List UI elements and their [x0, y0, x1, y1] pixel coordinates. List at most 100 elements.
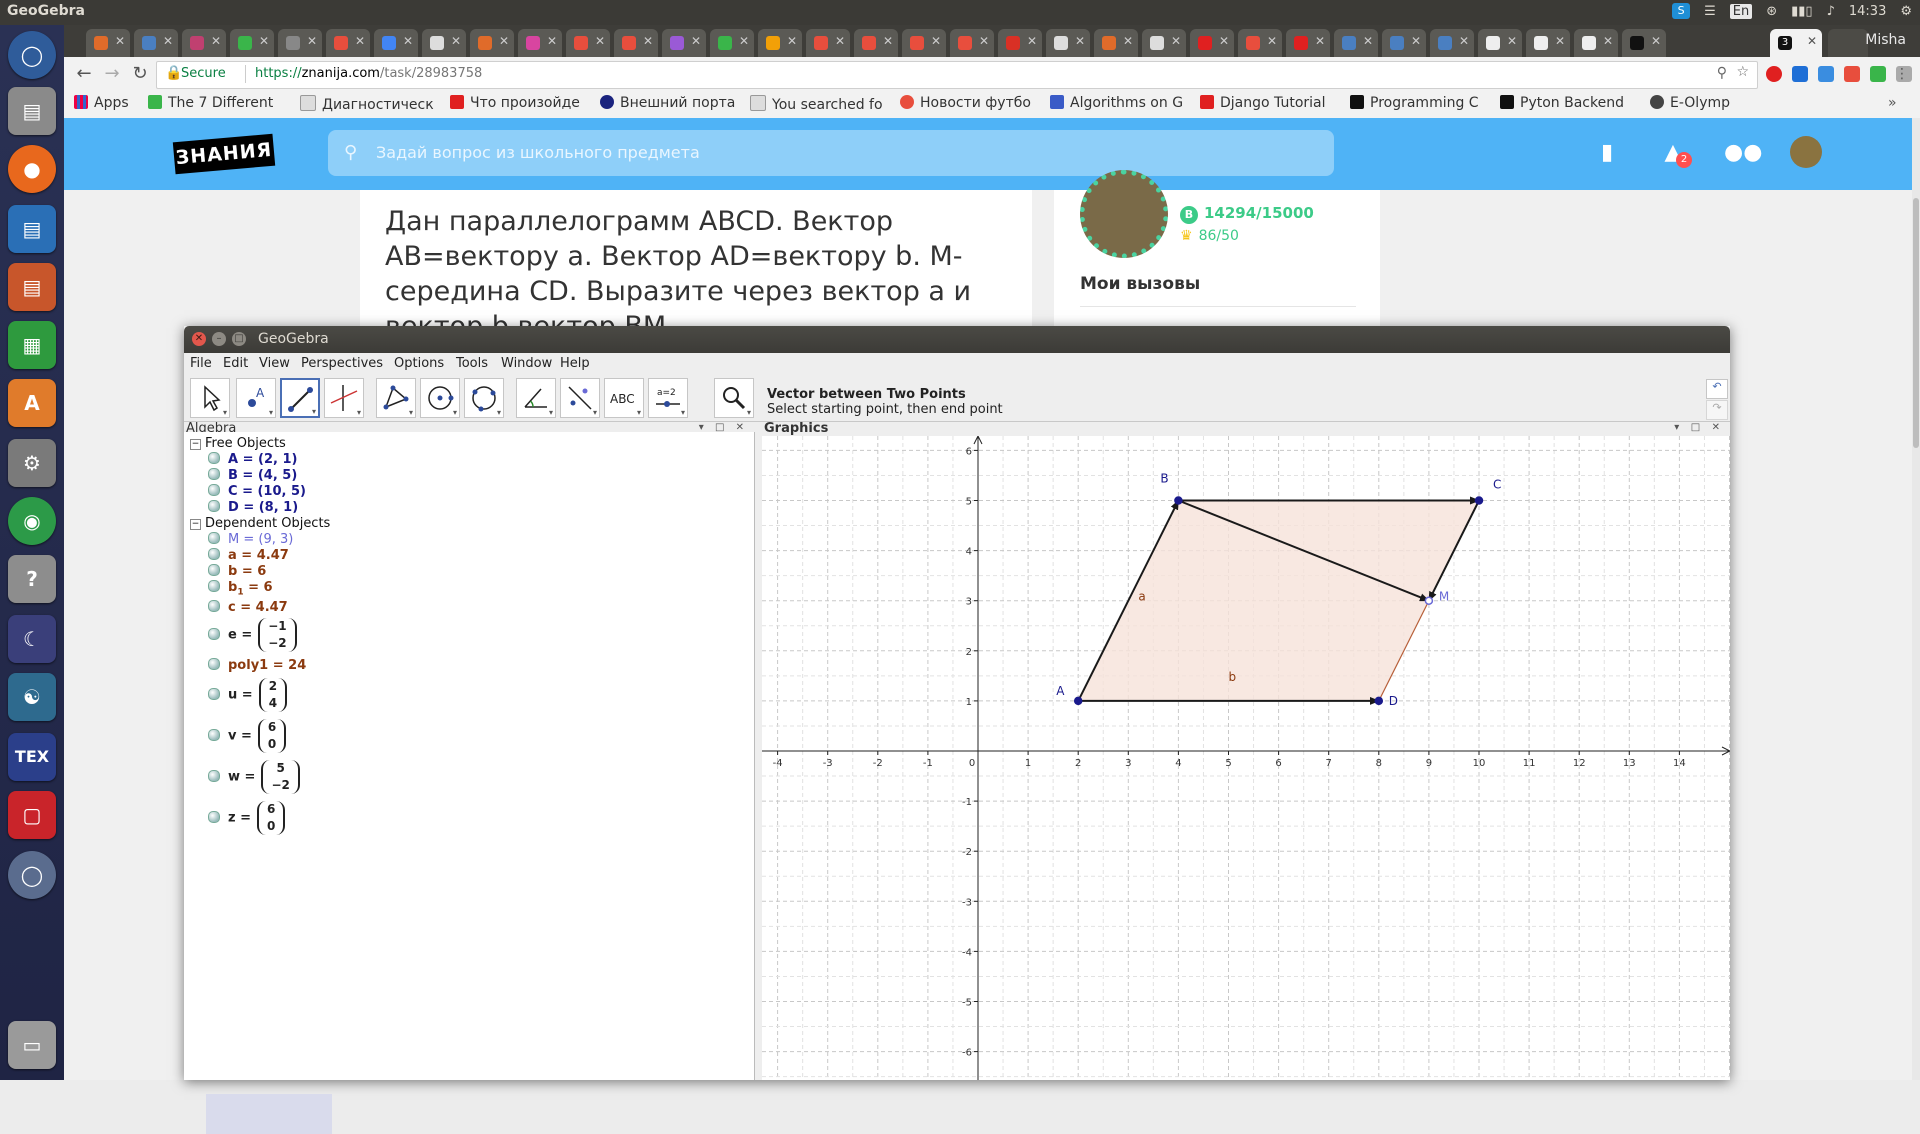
tab[interactable]: ✕: [1334, 29, 1378, 57]
back-icon[interactable]: ←: [72, 62, 96, 86]
firefox-icon[interactable]: ●: [8, 145, 56, 193]
tab[interactable]: ✕: [614, 29, 658, 57]
object-D[interactable]: D = (8, 1): [208, 500, 298, 515]
object-u[interactable]: u =2 4: [208, 678, 288, 712]
tab[interactable]: ✕: [134, 29, 178, 57]
site-search-input[interactable]: ⚲ Задай вопрос из школьного предмета: [328, 130, 1334, 176]
tab[interactable]: ✕: [806, 29, 850, 57]
menu-options[interactable]: Options: [394, 356, 444, 371]
object-b[interactable]: b = 6: [208, 564, 266, 579]
tab[interactable]: ✕: [1190, 29, 1234, 57]
app-icon[interactable]: ☯: [8, 673, 56, 721]
tab[interactable]: ✕: [854, 29, 898, 57]
new-tab-button[interactable]: [1828, 29, 1868, 57]
object-e[interactable]: e =−1 −2: [208, 618, 297, 652]
omnibox[interactable]: 🔒 Secure https://znanija.com/task/289837…: [156, 61, 1758, 89]
impress-icon[interactable]: ▤: [8, 263, 56, 311]
menu-icon[interactable]: ⋮: [1890, 62, 1914, 86]
friends-icon[interactable]: ●●: [1724, 140, 1762, 166]
menu-file[interactable]: File: [190, 356, 212, 371]
texmaker-icon[interactable]: TEX: [8, 733, 56, 781]
window-titlebar[interactable]: ✕ – □ GeoGebra: [184, 326, 1730, 353]
bluetooth-icon[interactable]: ⊛: [1766, 4, 1777, 19]
tab[interactable]: ✕: [1238, 29, 1282, 57]
object-a[interactable]: a = 4.47: [208, 548, 289, 563]
tab[interactable]: ✕: [1574, 29, 1618, 57]
text-tool[interactable]: ABC ▾: [604, 378, 644, 418]
settings-icon[interactable]: ⚙: [8, 439, 56, 487]
tab[interactable]: ✕: [1094, 29, 1138, 57]
tab[interactable]: ✕: [1382, 29, 1426, 57]
tab[interactable]: ✕: [1430, 29, 1474, 57]
avatar[interactable]: [1790, 136, 1822, 168]
site-logo[interactable]: ЗНАНИЯ: [172, 133, 276, 175]
writer-icon[interactable]: ▤: [8, 205, 56, 253]
bookmark[interactable]: Внешний порта: [600, 95, 735, 111]
object-v[interactable]: v =6 0: [208, 719, 287, 753]
close-icon[interactable]: ✕: [192, 332, 206, 346]
tab[interactable]: ✕: [1286, 29, 1330, 57]
menu-edit[interactable]: Edit: [223, 356, 248, 371]
menu-view[interactable]: View: [259, 356, 290, 371]
graphics-canvas[interactable]: -4 -3 -2 -1 0 1 2 3 4 5 6 7 8 9 10 11 12 13 14-6-5-4-3-2-1…: [762, 434, 1732, 1080]
object-B[interactable]: B = (4, 5): [208, 468, 297, 483]
bookmark[interactable]: Pyton Backend: [1500, 95, 1624, 111]
skype-icon[interactable]: S: [1672, 3, 1691, 19]
bookmarks-overflow-icon[interactable]: »: [1888, 95, 1897, 111]
minimize-icon[interactable]: –: [212, 332, 226, 346]
tab[interactable]: ✕: [326, 29, 370, 57]
tab[interactable]: ✕: [998, 29, 1042, 57]
geogebra-icon[interactable]: ◯: [8, 851, 56, 899]
bookmark[interactable]: You searched fo: [750, 95, 883, 113]
profile-avatar[interactable]: [1080, 170, 1168, 258]
free-objects-group[interactable]: − Free Objects: [190, 436, 286, 451]
object-A[interactable]: A = (2, 1): [208, 452, 297, 467]
reflect-tool[interactable]: ▾: [560, 378, 600, 418]
object-M[interactable]: M = (9, 3): [208, 532, 293, 547]
bookmark[interactable]: The 7 Different: [148, 95, 273, 111]
keyboard-layout[interactable]: En: [1729, 3, 1753, 19]
undo-icon[interactable]: ↶: [1706, 379, 1728, 399]
reload-icon[interactable]: ↻: [128, 62, 152, 86]
opera-ext-icon[interactable]: [1766, 66, 1782, 82]
circle-three-points-tool[interactable]: ▾: [464, 378, 504, 418]
ext-icon[interactable]: [1792, 66, 1808, 82]
forward-icon[interactable]: →: [100, 62, 124, 86]
tab[interactable]: ✕: [230, 29, 274, 57]
bookmark[interactable]: Algorithms on G: [1050, 95, 1183, 111]
clock[interactable]: 14:33: [1849, 4, 1886, 19]
ext-icon[interactable]: [1818, 66, 1834, 82]
bookmark[interactable]: Django Tutorial: [1200, 95, 1326, 111]
object-C[interactable]: C = (10, 5): [208, 484, 306, 499]
point-tool[interactable]: A ▾: [236, 378, 276, 418]
bookmark[interactable]: E-Olymp: [1650, 95, 1730, 111]
ext-icon[interactable]: [1870, 66, 1886, 82]
circle-tool[interactable]: ▾: [420, 378, 460, 418]
tab[interactable]: ✕: [710, 29, 754, 57]
menu-tools[interactable]: Tools: [456, 356, 488, 371]
tab[interactable]: ✕: [566, 29, 610, 57]
tab[interactable]: ✕: [470, 29, 514, 57]
object-c[interactable]: c = 4.47: [208, 600, 288, 615]
angle-tool[interactable]: ▾: [516, 378, 556, 418]
tab[interactable]: ✕: [374, 29, 418, 57]
chrome-icon[interactable]: ◉: [8, 497, 56, 545]
polygon-tool[interactable]: ▾: [376, 378, 416, 418]
move-tool[interactable]: ▾: [190, 378, 230, 418]
zoom-icon[interactable]: ⚲: [1717, 65, 1727, 81]
tab[interactable]: ✕: [758, 29, 802, 57]
tab[interactable]: ✕: [1622, 29, 1666, 57]
pdf-viewer-icon[interactable]: ▢: [8, 791, 56, 839]
vector-tool[interactable]: ▾: [280, 378, 320, 418]
tab[interactable]: ✕: [662, 29, 706, 57]
slider-tool[interactable]: a=2 ▾: [648, 378, 688, 418]
view-buttons[interactable]: ▾ □ ✕: [1674, 422, 1724, 433]
object-w[interactable]: w =5 −2: [208, 760, 300, 794]
tab[interactable]: ✕: [182, 29, 226, 57]
system-tray[interactable]: S ☰ En ⊛ ▮▮▯ ♪ 14:33 ⚙: [1672, 3, 1912, 19]
maximize-icon[interactable]: □: [232, 332, 246, 346]
bookmark[interactable]: Что произойде: [450, 95, 580, 111]
bookmark[interactable]: Новости футбо: [900, 95, 1031, 111]
menu-perspectives[interactable]: Perspectives: [301, 356, 383, 371]
tab[interactable]: ✕: [1526, 29, 1570, 57]
